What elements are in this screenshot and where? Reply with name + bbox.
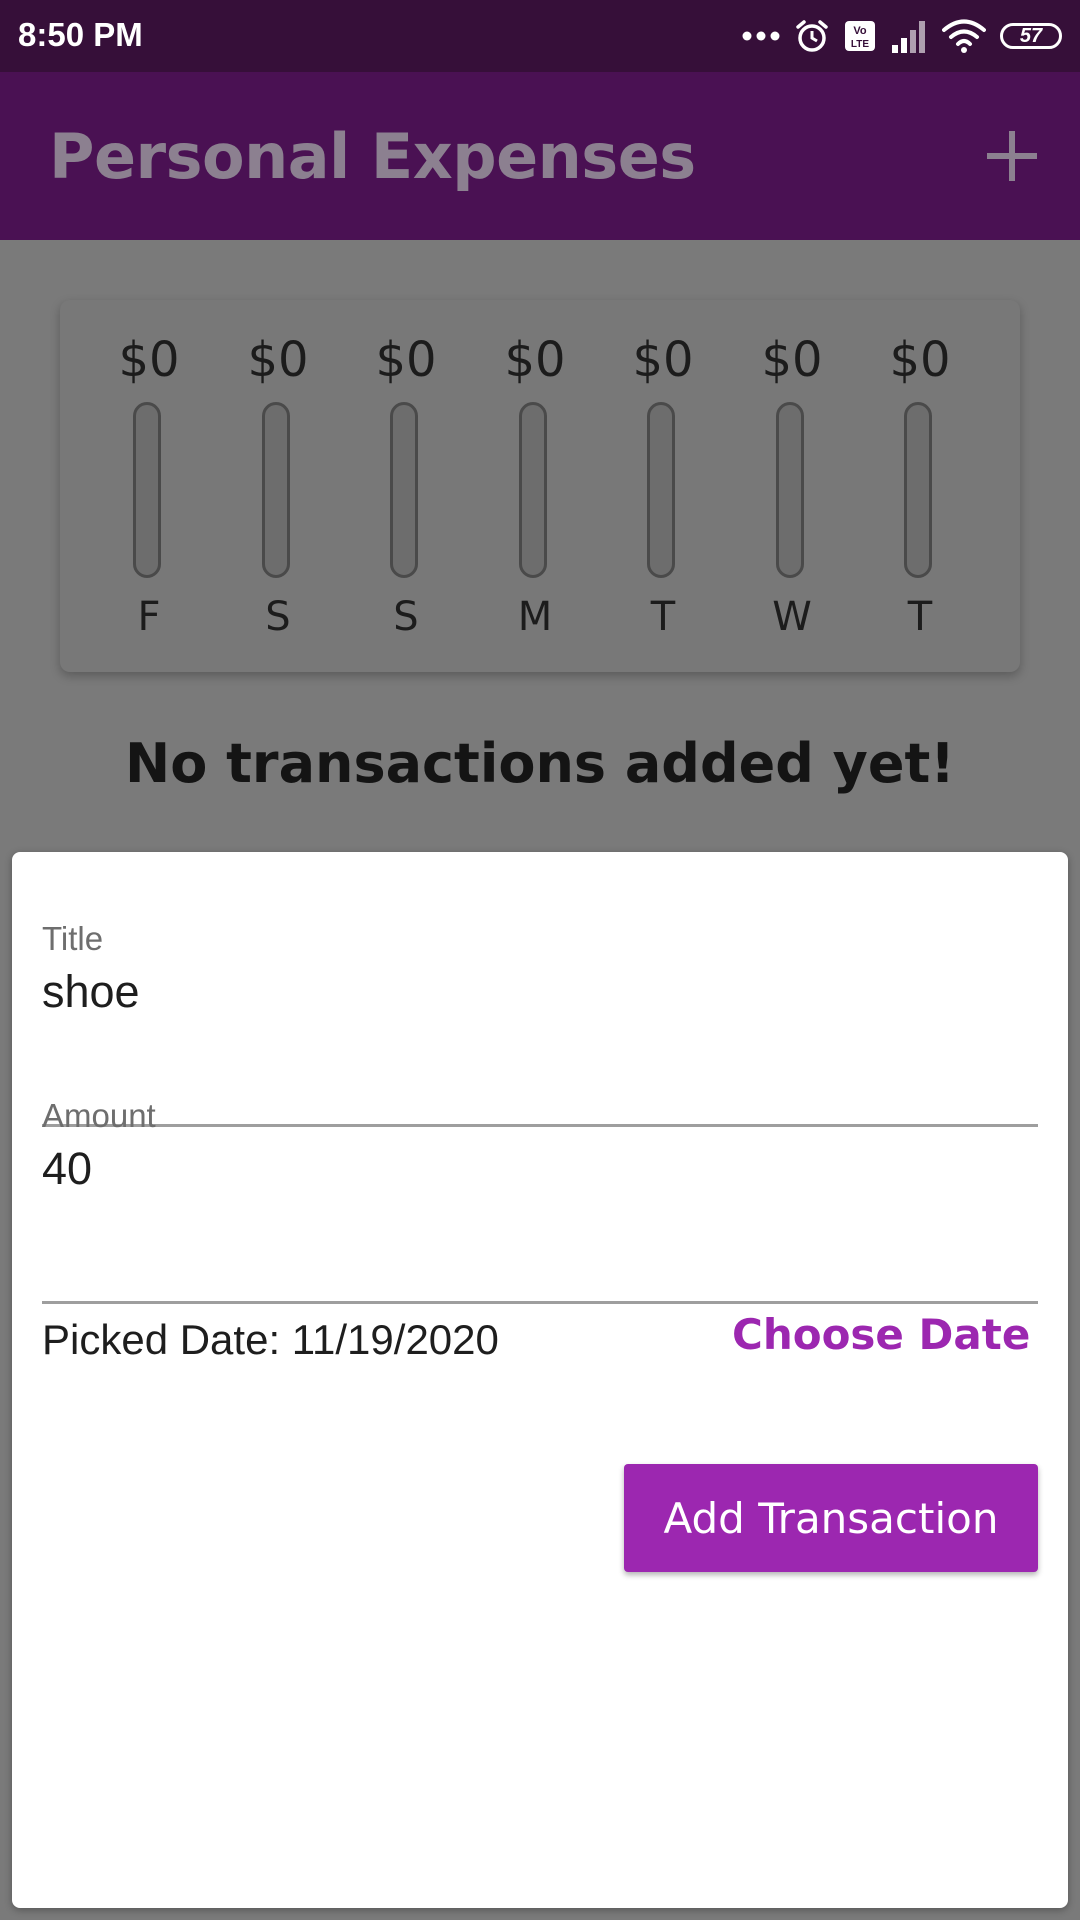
bar-amount-label: $0 xyxy=(889,332,951,388)
bar-day-label: S xyxy=(393,594,419,640)
amount-input[interactable] xyxy=(42,1141,1038,1197)
bar-day-label: F xyxy=(137,594,161,640)
bar-track xyxy=(776,402,804,578)
bar-day-label: W xyxy=(772,594,812,640)
amount-underline xyxy=(42,1301,1038,1304)
chart-bar-column: $0 W xyxy=(728,300,856,672)
status-bar: 8:50 PM Vo LTE 57 xyxy=(0,0,1080,72)
title-field-label: Title xyxy=(42,920,104,957)
amount-field-label: Amount xyxy=(42,1097,156,1134)
choose-date-button[interactable]: Choose Date xyxy=(732,1310,1030,1359)
more-dots-icon xyxy=(742,31,780,41)
alarm-icon xyxy=(796,20,828,52)
title-input[interactable] xyxy=(42,964,1038,1020)
empty-state-message: No transactions added yet! xyxy=(125,732,955,795)
wifi-icon xyxy=(942,19,986,53)
chart-bar-column: $0 T xyxy=(599,300,727,672)
new-transaction-sheet: Title Amount Picked Date: 11/19/2020 Cho… xyxy=(12,852,1068,1908)
amount-field[interactable]: Amount xyxy=(42,1097,1038,1307)
bar-track xyxy=(904,402,932,578)
bar-day-label: T xyxy=(650,594,676,640)
bar-day-label: S xyxy=(265,594,291,640)
battery-level: 57 xyxy=(1019,24,1043,47)
svg-text:LTE: LTE xyxy=(851,39,869,50)
bar-day-label: M xyxy=(517,594,553,640)
status-time: 8:50 PM xyxy=(18,16,143,53)
bar-amount-label: $0 xyxy=(632,332,694,388)
bar-track xyxy=(133,402,161,578)
bar-amount-label: $0 xyxy=(504,332,566,388)
bar-track xyxy=(519,402,547,578)
status-icons: Vo LTE 57 xyxy=(742,12,1062,60)
plus-icon[interactable] xyxy=(984,128,1040,184)
chart-bar-column: $0 T xyxy=(856,300,984,672)
bar-track xyxy=(262,402,290,578)
weekly-chart: $0 F $0 S $0 S $0 M $0 T $0 W $0 T xyxy=(60,300,1020,672)
chart-bar-column: $0 S xyxy=(214,300,342,672)
bar-day-label: T xyxy=(907,594,933,640)
chart-bar-column: $0 S xyxy=(342,300,470,672)
bar-amount-label: $0 xyxy=(375,332,437,388)
svg-text:Vo: Vo xyxy=(853,25,867,37)
bar-amount-label: $0 xyxy=(247,332,309,388)
add-transaction-button[interactable]: Add Transaction xyxy=(624,1464,1038,1572)
signal-icon xyxy=(892,21,925,53)
app-bar: Personal Expenses xyxy=(0,72,1080,240)
volte-icon: Vo LTE xyxy=(845,21,875,51)
chart-bar-column: $0 F xyxy=(85,300,213,672)
chart-bar-column: $0 M xyxy=(471,300,599,672)
battery-icon: 57 xyxy=(1000,23,1062,49)
bar-track xyxy=(390,402,418,578)
picked-date-text: Picked Date: 11/19/2020 xyxy=(42,1316,499,1363)
bar-amount-label: $0 xyxy=(761,332,823,388)
page-title: Personal Expenses xyxy=(49,120,696,193)
bar-amount-label: $0 xyxy=(118,332,180,388)
bar-track xyxy=(647,402,675,578)
